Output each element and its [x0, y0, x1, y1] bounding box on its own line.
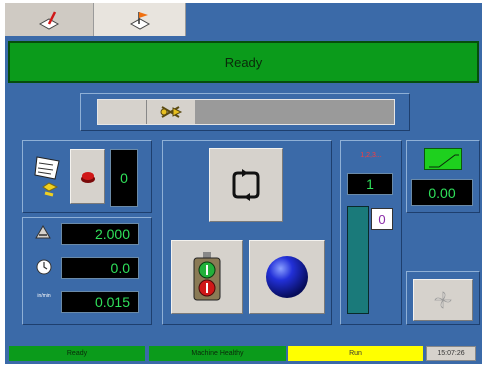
count-value: 1 [366, 176, 374, 192]
progress-track [97, 99, 395, 125]
status-time: 15:07:26 [426, 346, 476, 361]
stoplight-icon [193, 252, 221, 301]
level-value-box[interactable]: 0 [371, 208, 393, 230]
thickness-icon [35, 225, 51, 239]
progress-segment-empty [98, 100, 147, 124]
clock-icon [36, 259, 52, 275]
progress-segment-tool [147, 100, 195, 124]
fan-button[interactable] [413, 279, 473, 321]
scissors-icon [160, 106, 183, 118]
pen-tool-icon [38, 10, 60, 30]
reset-counter-button[interactable] [70, 149, 105, 204]
fan-icon [434, 291, 452, 309]
level-bar [347, 206, 369, 314]
start-stop-button[interactable] [171, 240, 243, 314]
run-tab[interactable] [94, 3, 186, 36]
ramp-graph-icon [424, 148, 462, 170]
time-display[interactable]: 0.0 [61, 257, 139, 279]
count-header-text: 1,2,3... [360, 152, 382, 159]
speed-icon: in/min [29, 293, 59, 299]
status-health-text: Machine Healthy [191, 350, 244, 357]
status-title-bar: Ready [8, 41, 479, 83]
indicator-button[interactable] [249, 240, 325, 314]
speed-display[interactable]: 0.015 [61, 291, 139, 313]
readout-display[interactable]: 0.00 [411, 179, 473, 206]
setup-tab[interactable] [5, 3, 94, 36]
ramp-graph-svg [429, 154, 459, 168]
thickness-value: 2.000 [94, 226, 130, 242]
status-state: Ready [9, 346, 145, 361]
count-header: 1,2,3... [347, 152, 395, 159]
cycle-button[interactable] [209, 148, 283, 222]
status-state-text: Ready [66, 350, 88, 357]
main-window: Ready 0 2.000 0.0 in/min 0.015 1,2,3... … [5, 3, 482, 364]
tab-strip-empty [186, 3, 482, 36]
counter-display: 0 [110, 149, 138, 207]
thickness-display[interactable]: 2.000 [61, 223, 139, 245]
red-button-icon [80, 171, 95, 183]
status-title: Ready [224, 54, 263, 70]
flag-tool-icon [129, 11, 150, 30]
status-health: Machine Healthy [149, 346, 286, 361]
status-time-text: 15:07:26 [437, 350, 465, 357]
speed-unit-label: in/min [37, 293, 51, 299]
count-display[interactable]: 1 [347, 173, 393, 195]
counter-value: 0 [120, 170, 128, 186]
status-mode-text: Run [349, 350, 362, 357]
level-value: 0 [378, 211, 386, 227]
readout-value: 0.00 [428, 184, 456, 201]
time-value: 0.0 [110, 260, 130, 276]
cycle-loop-icon [232, 169, 260, 201]
blue-ball-icon [266, 256, 308, 298]
status-mode: Run [288, 346, 423, 361]
teeth-counter-icon [34, 156, 60, 197]
speed-value: 0.015 [94, 294, 130, 310]
